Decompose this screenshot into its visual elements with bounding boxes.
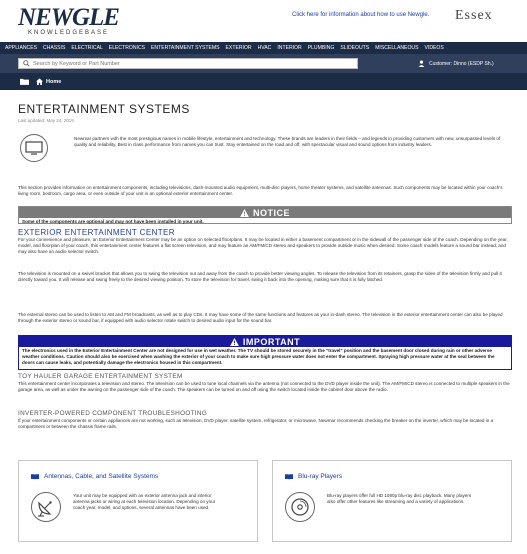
card-blu-ray[interactable]: Blu-ray Players Blu-ray players offer fu… (272, 460, 512, 542)
search-box (18, 58, 358, 69)
notice-text: Some of the components are optional and … (22, 219, 204, 224)
search-bar: Customer: Dinno (ESDP Sh.) (0, 54, 527, 73)
help-link[interactable]: Click here for information about how to … (292, 12, 429, 18)
nav-item-plumbing[interactable]: PLUMBING (308, 45, 335, 51)
newgle-logo[interactable]: NEWGLE KNOWLEDGEBASE (18, 4, 120, 36)
card-title-text: Blu-ray Players (298, 473, 343, 480)
intro-paragraph: Newmar partners with the most prestigiou… (74, 136, 501, 147)
customer-account[interactable]: Customer: Dinno (ESDP Sh.) (418, 60, 494, 67)
folder-icon[interactable] (20, 78, 29, 85)
important-banner: IMPORTANT The electronics used in the Ex… (18, 335, 512, 370)
notice-banner: NOTICE Some of the components are option… (18, 206, 512, 224)
exterior-paragraph-1: For your convenience and pleasure, an Ex… (18, 237, 508, 254)
book-icon (31, 473, 39, 480)
inverter-paragraph: If your entertainment components or cert… (18, 418, 494, 429)
nav-item-exterior[interactable]: EXTERIOR (226, 45, 252, 51)
exterior-paragraph-3: The external stereo can be used to liste… (18, 312, 503, 323)
nav-item-miscellaneous[interactable]: MISCELLANEOUS (375, 45, 418, 51)
nav-item-videos[interactable]: VIDEOS (425, 45, 444, 51)
card-title[interactable]: Antennas, Cable, and Satellite Systems (31, 473, 158, 480)
user-icon (418, 60, 425, 67)
home-icon (36, 78, 43, 85)
notice-title: NOTICE (252, 207, 290, 218)
toy-hauler-heading: TOY HAULER GARAGE ENTERTAINMENT SYSTEM (18, 373, 183, 380)
card-antennas[interactable]: Antennas, Cable, and Satellite Systems Y… (18, 460, 258, 542)
warning-icon (240, 208, 249, 217)
notice-header: NOTICE (19, 207, 511, 218)
nav-item-slideouts[interactable]: SLIDEOUTS (340, 45, 369, 51)
nav-item-appliances[interactable]: APPLIANCES (5, 45, 37, 51)
page-title: ENTERTAINMENT SYSTEMS (18, 102, 190, 116)
breadcrumb-home[interactable]: Home (46, 79, 61, 85)
disc-icon (291, 498, 309, 516)
nav-item-interior[interactable]: INTERIOR (277, 45, 301, 51)
brand-logo: Essex (455, 8, 493, 23)
search-input[interactable] (33, 60, 333, 67)
intro-icon-badge (20, 134, 48, 162)
customer-label: Customer: Dinno (ESDP Sh.) (429, 60, 494, 67)
site-header: NEWGLE KNOWLEDGEBASE Click here for info… (0, 0, 527, 42)
logo-tagline: KNOWLEDGEBASE (28, 30, 110, 36)
card-description: Your unit may be equipped with an exteri… (73, 493, 216, 510)
search-icon[interactable] (23, 60, 30, 67)
overview-paragraph: This section provides information on ent… (18, 185, 503, 196)
nav-item-hvac[interactable]: HVAC (258, 45, 272, 51)
card-icon-badge (31, 492, 61, 522)
card-icon-badge (285, 492, 315, 522)
important-title: IMPORTANT (242, 336, 301, 347)
last-updated: Last updated: May 24, 2019 (18, 118, 74, 123)
satellite-dish-icon (38, 501, 52, 517)
main-nav: APPLIANCES CHASSIS ELECTRICAL ELECTRONIC… (0, 42, 527, 54)
inverter-heading: INVERTER-POWERED COMPONENT TROUBLESHOOTI… (18, 410, 208, 417)
nav-item-entertainment-systems[interactable]: ENTERTAINMENT SYSTEMS (151, 45, 220, 51)
card-title[interactable]: Blu-ray Players (285, 473, 342, 480)
card-title-text: Antennas, Cable, and Satellite Systems (44, 473, 159, 480)
logo-wordmark: NEWGLE (18, 4, 120, 31)
nav-item-chassis[interactable]: CHASSIS (43, 45, 65, 51)
book-icon (285, 473, 293, 480)
card-description: Blu-ray players offer full HD 1080p blu-… (327, 493, 472, 504)
nav-item-electrical[interactable]: ELECTRICAL (71, 45, 102, 51)
television-icon (25, 141, 43, 155)
warning-icon (229, 337, 239, 346)
breadcrumb: Home (0, 73, 527, 90)
exterior-paragraph-2: The television is mounted on a swivel br… (18, 271, 502, 282)
nav-item-electronics[interactable]: ELECTRONICS (109, 45, 145, 51)
exterior-heading: EXTERIOR ENTERTAINMENT CENTER (18, 228, 175, 237)
important-header: IMPORTANT (19, 336, 511, 347)
toy-hauler-paragraph: This entertainment center incorporates a… (18, 381, 510, 392)
important-text: The electronics used in the Exterior Ent… (22, 348, 495, 365)
